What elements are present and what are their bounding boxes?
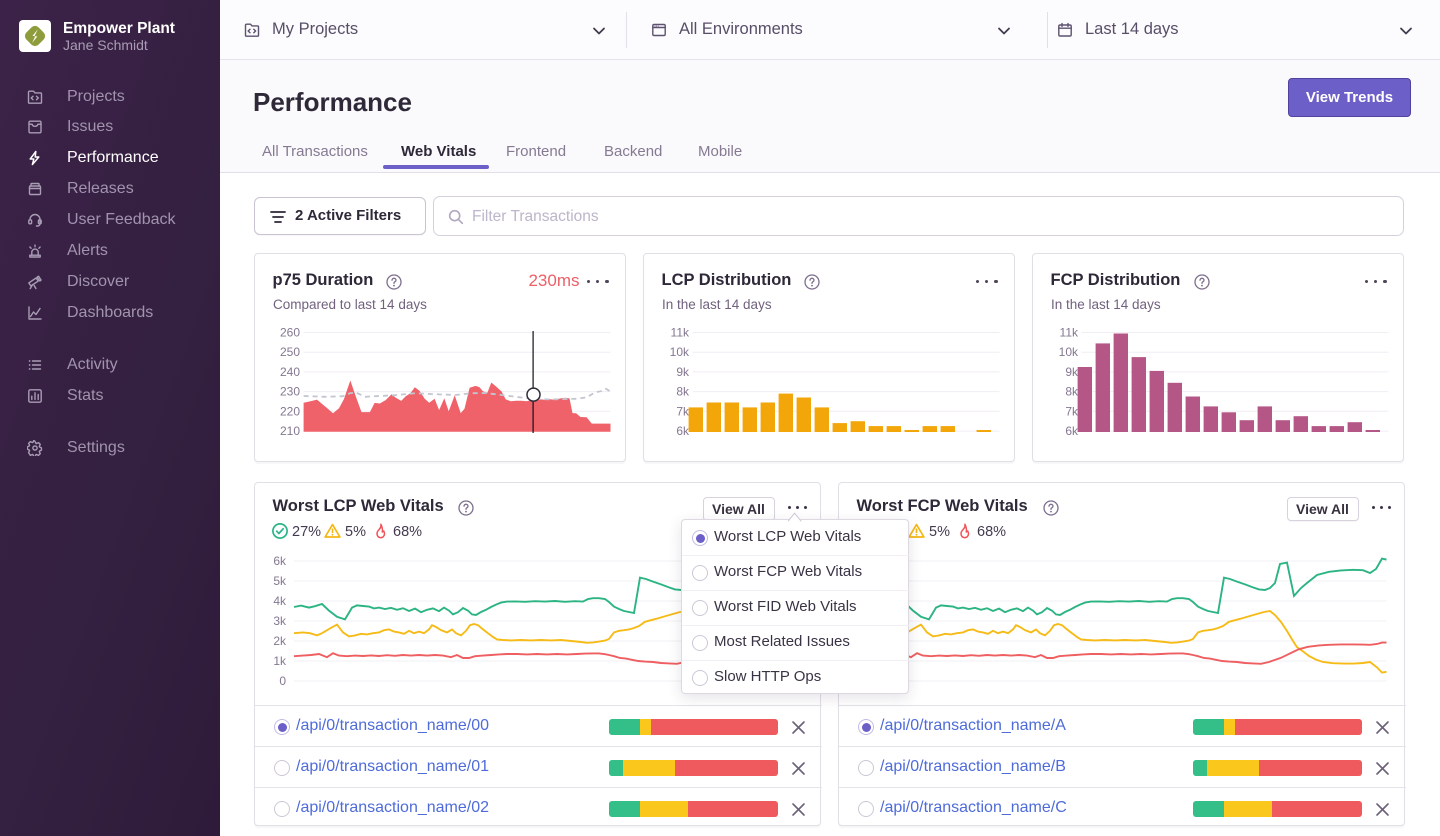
svg-text:7k: 7k (676, 404, 690, 418)
svg-text:7k: 7k (1065, 404, 1079, 418)
svg-text:6k: 6k (676, 424, 690, 438)
svg-text:220: 220 (280, 404, 300, 418)
svg-text:8k: 8k (676, 385, 690, 399)
svg-text:8k: 8k (1065, 385, 1079, 399)
svg-text:4k: 4k (273, 594, 287, 608)
svg-text:260: 260 (280, 326, 300, 340)
svg-text:9k: 9k (1065, 365, 1079, 379)
svg-text:11k: 11k (1060, 326, 1079, 340)
svg-text:0: 0 (279, 674, 286, 688)
svg-text:10k: 10k (1059, 345, 1079, 359)
svg-text:6k: 6k (273, 554, 287, 568)
svg-text:1k: 1k (273, 654, 287, 668)
svg-text:10k: 10k (670, 345, 690, 359)
svg-text:5k: 5k (273, 574, 287, 588)
svg-text:11k: 11k (671, 326, 690, 340)
svg-text:250: 250 (280, 345, 300, 359)
svg-text:210: 210 (280, 424, 300, 438)
svg-text:240: 240 (280, 365, 300, 379)
svg-text:9k: 9k (676, 365, 690, 379)
svg-text:230: 230 (280, 385, 300, 399)
svg-text:2k: 2k (273, 634, 287, 648)
svg-text:6k: 6k (1065, 424, 1079, 438)
svg-text:3k: 3k (273, 614, 287, 628)
